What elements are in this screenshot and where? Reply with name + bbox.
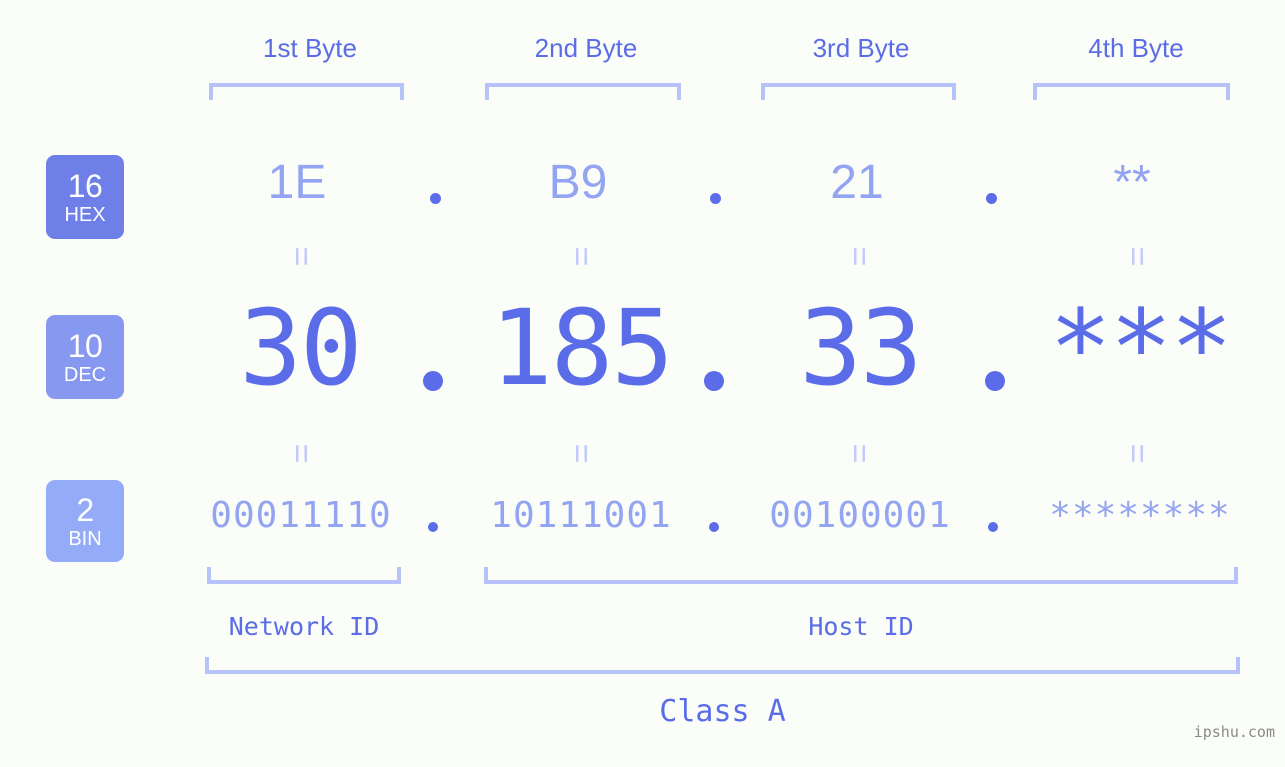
bin-separator-2 (709, 522, 719, 532)
network-id-label: Network ID (228, 612, 380, 641)
byte-bracket-4 (1033, 83, 1230, 100)
equivalence-dec-bin-4: = (1118, 443, 1156, 465)
hex-separator-1 (430, 193, 441, 204)
dec-byte-4: *** (1049, 287, 1233, 409)
hex-separator-2 (710, 193, 721, 204)
ip-address-breakdown-diagram: 1st Byte 2nd Byte 3rd Byte 4th Byte 16 H… (0, 0, 1285, 767)
byte-bracket-2 (485, 83, 681, 100)
radix-badge-dec: 10 DEC (46, 315, 124, 399)
class-label: Class A (659, 694, 786, 729)
radix-badge-bin: 2 BIN (46, 480, 124, 562)
radix-badge-hex: 16 HEX (46, 155, 124, 239)
byte-bracket-1 (209, 83, 404, 100)
equivalence-hex-dec-2: = (562, 246, 600, 268)
hex-byte-3: 21 (830, 156, 884, 209)
host-id-bracket (484, 567, 1238, 584)
bin-separator-3 (988, 522, 998, 532)
radix-badge-dec-name: DEC (63, 363, 107, 386)
host-id-label: Host ID (808, 612, 914, 641)
hex-byte-1: 1E (267, 156, 327, 209)
bin-separator-1 (428, 522, 438, 532)
byte-header-3: 3rd Byte (812, 33, 910, 63)
bin-byte-2: 10111001 (490, 495, 672, 536)
radix-badge-dec-number: 10 (67, 327, 103, 364)
bin-byte-3: 00100001 (769, 495, 951, 536)
equivalence-dec-bin-3: = (840, 443, 878, 465)
radix-badge-hex-name: HEX (64, 203, 106, 226)
byte-header-4: 4th Byte (1088, 33, 1184, 63)
equivalence-hex-dec-4: = (1118, 246, 1156, 268)
dec-byte-1: 30 (239, 287, 362, 409)
radix-badge-bin-name: BIN (68, 527, 102, 550)
dec-byte-3: 33 (799, 287, 922, 409)
equivalence-dec-bin-1: = (282, 443, 320, 465)
byte-header-1: 1st Byte (263, 33, 357, 63)
equivalence-hex-dec-3: = (840, 246, 878, 268)
byte-header-2: 2nd Byte (534, 33, 638, 63)
dec-byte-2: 185 (490, 287, 674, 409)
bin-byte-4: ******** (1049, 495, 1231, 536)
radix-badge-hex-number: 16 (67, 167, 103, 204)
radix-badge-bin-number: 2 (76, 491, 94, 528)
site-watermark: ipshu.com (1193, 723, 1275, 741)
hex-byte-2: B9 (548, 156, 608, 209)
equivalence-hex-dec-1: = (282, 246, 320, 268)
equivalence-dec-bin-2: = (562, 443, 600, 465)
bin-byte-1: 00011110 (210, 495, 392, 536)
class-bracket (205, 657, 1240, 674)
hex-separator-3 (986, 193, 997, 204)
network-id-bracket (207, 567, 401, 584)
hex-byte-4: ** (1113, 156, 1151, 209)
byte-bracket-3 (761, 83, 956, 100)
